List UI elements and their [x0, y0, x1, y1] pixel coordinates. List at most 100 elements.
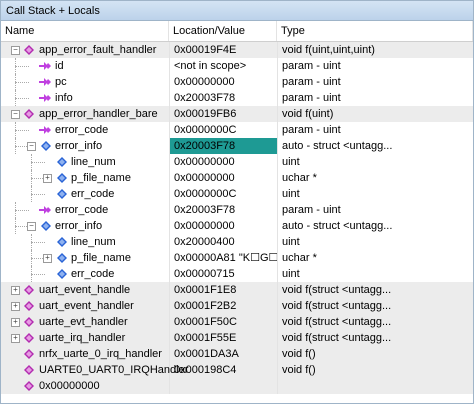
tree-connector [31, 274, 45, 275]
row-value[interactable]: 0x20003F78 [169, 138, 277, 154]
row-value[interactable]: 0x00019F4E [169, 42, 277, 58]
row-type: void f(struct <untagg... [277, 298, 473, 314]
row-name: uarte_evt_handler [39, 316, 128, 328]
expand-toggle[interactable]: + [11, 302, 20, 311]
name-cell: line_num [1, 154, 169, 170]
tree-row[interactable]: + p_file_name 0x00000A81 "K☐G☐J☐"...uchar … [1, 250, 473, 266]
expand-toggle[interactable]: + [11, 334, 20, 343]
tree-row[interactable]: + uarte_evt_handler 0x0001F50C void f(struc… [1, 314, 473, 330]
name-cell: − error_info [1, 138, 169, 154]
variable-icon [55, 188, 68, 200]
row-name: p_file_name [71, 172, 131, 184]
row-value[interactable]: <not in scope> [169, 58, 277, 74]
name-cell: 0x00000000 [1, 378, 169, 394]
tree-row[interactable]: − error_info 0x20003F78 auto - struct <unta… [1, 138, 473, 154]
name-cell: − app_error_handler_bare [1, 106, 169, 122]
tree-row[interactable]: + uart_event_handle 0x0001F1E8 void f(struc… [1, 282, 473, 298]
function-icon [23, 380, 36, 392]
row-value[interactable]: 0x20000400 [169, 234, 277, 250]
type-column-header[interactable]: Type [277, 21, 473, 41]
collapse-toggle[interactable]: − [11, 46, 20, 55]
name-cell: + uart_event_handle [1, 282, 169, 298]
tree-row[interactable]: err_code 0x0000000C uint [1, 186, 473, 202]
row-value[interactable]: 0x00000000 [169, 74, 277, 90]
tree-connector [15, 98, 29, 99]
name-cell: error_code [1, 202, 169, 218]
row-type: void f() [277, 362, 473, 378]
tree-row[interactable]: line_num 0x00000000 uint [1, 154, 473, 170]
row-name: 0x00000000 [39, 380, 100, 392]
row-value[interactable]: 0x0001DA3A [169, 346, 277, 362]
row-value[interactable]: 0x0001F50C [169, 314, 277, 330]
row-value[interactable]: 0x20003F78 [169, 90, 277, 106]
row-value[interactable]: 0x00000715 [169, 266, 277, 282]
name-cell: + p_file_name [1, 250, 169, 266]
tree-connector [15, 202, 16, 218]
row-value[interactable]: 0x0000000C [169, 186, 277, 202]
name-cell: UARTE0_UART0_IRQHandler [1, 362, 188, 378]
row-name: nrfx_uarte_0_irq_handler [39, 348, 162, 360]
row-name: err_code [71, 188, 115, 200]
tree-row[interactable]: error_code 0x20003F78 param - uint [1, 202, 473, 218]
tree-connector [15, 130, 29, 131]
row-value[interactable]: 0x0001F55E [169, 330, 277, 346]
row-name: error_code [55, 124, 109, 136]
tree-row[interactable]: error_code 0x0000000C param - uint [1, 122, 473, 138]
row-value[interactable]: 0x00000A81 "K☐G☐J☐"... [169, 250, 277, 266]
tree-row[interactable]: 0x00000000 [1, 378, 473, 394]
name-cell: + uart_event_handler [1, 298, 169, 314]
row-name: err_code [71, 268, 115, 280]
tree-connector [31, 162, 45, 163]
tree-row[interactable]: + p_file_name 0x00000000 uchar * [1, 170, 473, 186]
row-type: void f(uint,uint,uint) [277, 42, 473, 58]
row-value[interactable]: 0x00019FB6 [169, 106, 277, 122]
row-value[interactable]: 0x0001F1E8 [169, 282, 277, 298]
tree-connector [31, 170, 32, 186]
tree-row[interactable]: pc 0x00000000 param - uint [1, 74, 473, 90]
tree-row[interactable]: line_num 0x20000400 uint [1, 234, 473, 250]
tree-row[interactable]: + uart_event_handler 0x0001F2B2 void f(stru… [1, 298, 473, 314]
tree-row[interactable]: nrfx_uarte_0_irq_handler 0x0001DA3A void f… [1, 346, 473, 362]
collapse-toggle[interactable]: − [27, 222, 36, 231]
row-name: error_info [55, 220, 103, 232]
collapse-toggle[interactable]: − [27, 142, 36, 151]
tree-connector [31, 250, 32, 266]
name-cell: − error_info [1, 218, 169, 234]
row-value[interactable]: 0x20003F78 [169, 202, 277, 218]
window-title: Call Stack + Locals [1, 1, 473, 21]
row-name: app_error_handler_bare [39, 108, 158, 120]
parameter-icon [39, 204, 52, 216]
tree-row[interactable]: − app_error_fault_handler 0x00019F4E void f… [1, 42, 473, 58]
row-value[interactable]: 0x0001F2B2 [169, 298, 277, 314]
row-value[interactable] [169, 378, 277, 394]
expand-toggle[interactable]: + [11, 318, 20, 327]
row-name: id [55, 60, 64, 72]
tree-row[interactable]: − error_info 0x00000000 auto - struct <unta… [1, 218, 473, 234]
expand-toggle[interactable]: + [43, 254, 52, 263]
expand-toggle[interactable]: + [11, 286, 20, 295]
parameter-icon [39, 92, 52, 104]
tree-row[interactable]: info 0x20003F78 param - uint [1, 90, 473, 106]
tree-connector [31, 266, 32, 282]
row-type: uint [277, 154, 473, 170]
row-type: uint [277, 186, 473, 202]
row-value[interactable]: 0x00000000 [169, 154, 277, 170]
expand-toggle[interactable]: + [43, 174, 52, 183]
row-value[interactable]: 0x0000000C [169, 122, 277, 138]
row-value[interactable]: 0x00000000 [169, 218, 277, 234]
collapse-toggle[interactable]: − [11, 110, 20, 119]
row-value[interactable]: 0x00000000 [169, 170, 277, 186]
row-name: UARTE0_UART0_IRQHandler [39, 364, 189, 376]
tree-row[interactable]: − app_error_handler_bare 0x00019FB6 void f(… [1, 106, 473, 122]
tree-row[interactable]: id <not in scope> param - uint [1, 58, 473, 74]
tree-row[interactable]: + uarte_irq_handler 0x0001F55E void f(struc… [1, 330, 473, 346]
tree-row[interactable]: UARTE0_UART0_IRQHandler 0x000198C4 void f(… [1, 362, 473, 378]
tree-row[interactable]: err_code 0x00000715 uint [1, 266, 473, 282]
parameter-icon [39, 124, 52, 136]
name-column-header[interactable]: Name [1, 21, 169, 41]
variable-icon [55, 268, 68, 280]
row-name: app_error_fault_handler [39, 44, 157, 56]
location-column-header[interactable]: Location/Value [169, 21, 277, 41]
row-type: void f(struct <untagg... [277, 314, 473, 330]
row-name: uarte_irq_handler [39, 332, 126, 344]
